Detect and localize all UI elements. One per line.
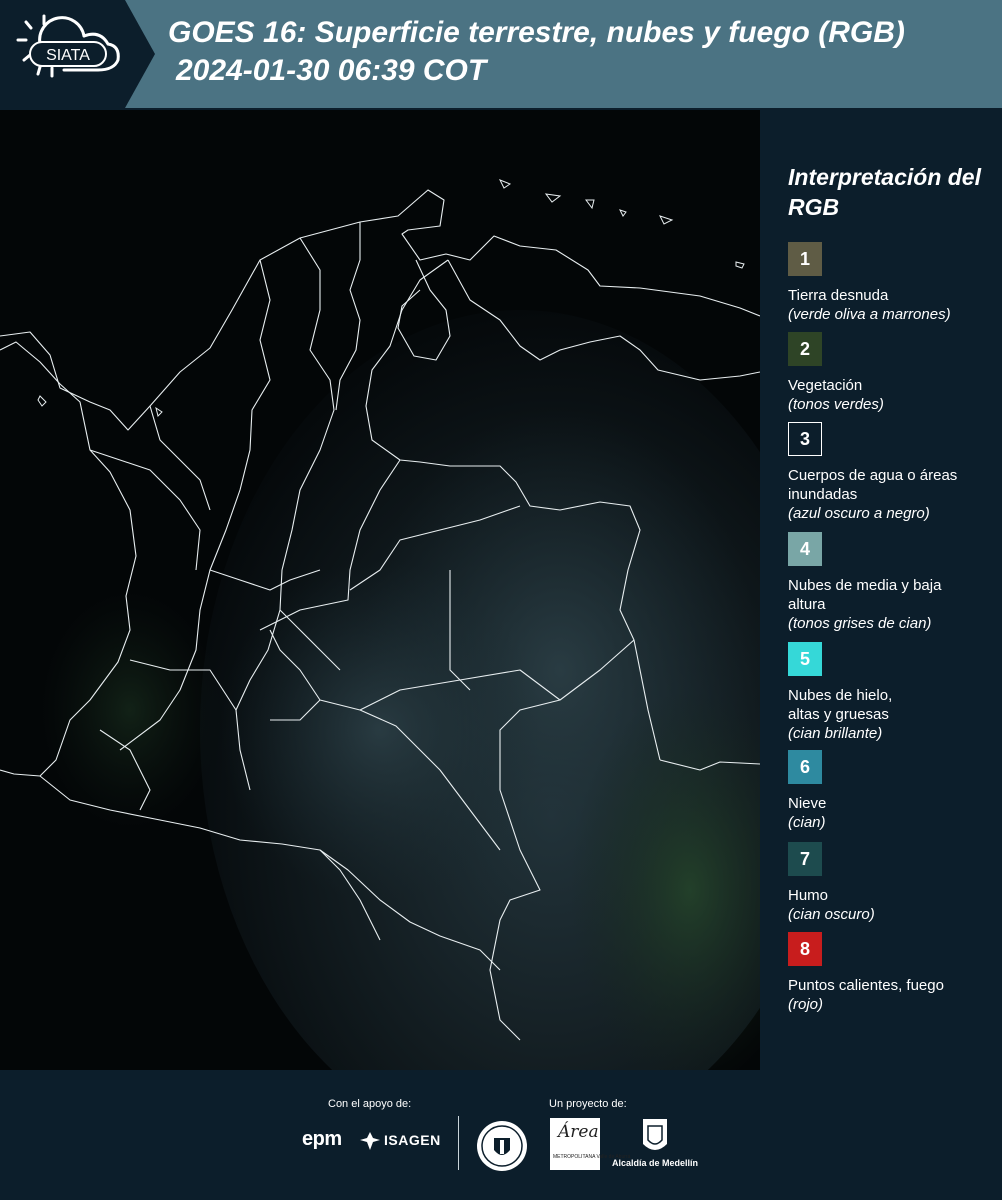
legend-swatch: 8	[788, 932, 822, 966]
legend-label: Tierra desnuda	[788, 287, 889, 304]
epm-logo: epm	[302, 1128, 342, 1150]
legend-item-6: 6 Nieve (cian)	[788, 750, 998, 832]
legend-desc: (tonos verdes)	[788, 396, 884, 413]
title-line-1: GOES 16: Superficie terrestre, nubes y f…	[168, 16, 905, 49]
isagen-logo-icon	[360, 1132, 380, 1150]
legend-item-8: 8 Puntos calientes, fuego (rojo)	[788, 932, 998, 1014]
legend-item-1: 1 Tierra desnuda (verde oliva a marrones…	[788, 242, 998, 324]
legend-item-7: 7 Humo (cian oscuro)	[788, 842, 998, 924]
footer-divider	[458, 1116, 459, 1170]
legend-label: Nieve	[788, 795, 827, 812]
legend-desc: (azul oscuro a negro)	[788, 505, 930, 522]
legend-label: Nubes de media y baja altura	[788, 577, 942, 613]
support-label: Con el apoyo de:	[328, 1098, 412, 1110]
footer: Con el apoyo de: Un proyecto de: epm ISA…	[0, 1070, 1002, 1200]
legend-swatch: 6	[788, 750, 822, 784]
legend-item-2: 2 Vegetación (tonos verdes)	[788, 332, 998, 414]
medellin-label: Alcaldía de Medellín	[612, 1158, 699, 1168]
satellite-map[interactable]	[0, 110, 760, 1070]
legend-label: Cuerpos de agua o áreas inundadas	[788, 467, 958, 503]
legend-swatch: 3	[788, 422, 822, 456]
area-metropolitana-word: Área	[558, 1122, 599, 1142]
siata-logo: SIATA	[0, 0, 160, 108]
legend-desc: (tonos grises de cian)	[788, 615, 932, 632]
legend-label: Nubes de hielo, altas y gruesas	[788, 687, 893, 723]
legend-desc: (verde oliva a marrones)	[788, 306, 951, 323]
legend-swatch: 7	[788, 842, 822, 876]
legend-item-5: 5 Nubes de hielo, altas y gruesas (cian …	[788, 642, 998, 743]
legend-desc: (cian brillante)	[788, 725, 883, 742]
legend-swatch: 1	[788, 242, 822, 276]
medellin-shield-icon	[643, 1119, 667, 1150]
isagen-logo: ISAGEN	[384, 1132, 441, 1148]
legend-swatch: 5	[788, 642, 822, 676]
legend-panel: Interpretación del RGB 1 Tierra desnuda …	[760, 110, 1002, 1070]
page-title: GOES 16: Superficie terrestre, nubes y f…	[168, 14, 998, 90]
project-label: Un proyecto de:	[549, 1098, 627, 1110]
colombia-rgb-image	[0, 110, 760, 1070]
legend-title: Interpretación del RGB	[788, 164, 981, 220]
siata-logo-icon: SIATA	[0, 0, 155, 108]
title-timestamp: 2024-01-30 06:39 COT	[176, 54, 487, 87]
university-seal-icon	[477, 1121, 527, 1171]
legend-item-3: 3 Cuerpos de agua o áreas inundadas (azu…	[788, 422, 998, 523]
legend-swatch: 2	[788, 332, 822, 366]
legend-label: Vegetación	[788, 377, 863, 394]
header-bar: SIATA GOES 16: Superficie terrestre, nub…	[0, 0, 1002, 108]
legend-desc: (rojo)	[788, 996, 824, 1013]
legend-item-4: 4 Nubes de media y baja altura (tonos gr…	[788, 532, 998, 633]
legend-label: Puntos calientes, fuego	[788, 977, 944, 994]
legend-desc: (cian)	[788, 814, 826, 831]
svg-text:SIATA: SIATA	[46, 47, 90, 64]
legend-desc: (cian oscuro)	[788, 906, 875, 923]
legend-label: Humo	[788, 887, 829, 904]
legend-swatch: 4	[788, 532, 822, 566]
